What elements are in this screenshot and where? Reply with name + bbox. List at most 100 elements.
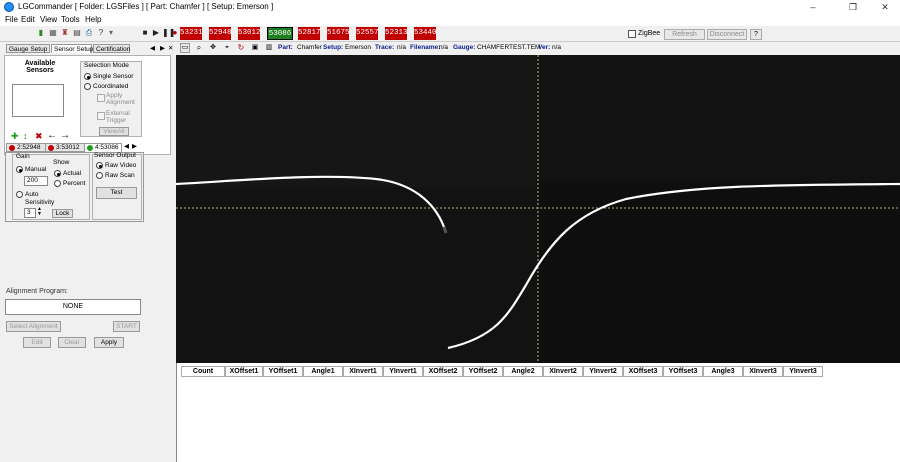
record-icon[interactable]: ●	[170, 28, 180, 38]
sensor-button-53440[interactable]: 53440	[414, 27, 437, 40]
sensor-tab-3[interactable]: 3:53012	[45, 143, 85, 152]
column-header-yinvert3[interactable]: YInvert3	[783, 366, 823, 377]
refresh-button[interactable]: Refresh	[664, 29, 705, 40]
stop-icon[interactable]: ■	[140, 28, 150, 38]
select-alignment-button[interactable]: Select Alignment	[6, 321, 61, 332]
menu-view[interactable]: View	[40, 15, 57, 24]
menu-tools[interactable]: Tools	[61, 15, 80, 24]
sensor-tab-prev-icon[interactable]: ◀	[124, 142, 129, 150]
percent-radio[interactable]	[54, 180, 61, 187]
help-icon[interactable]: ?	[96, 28, 106, 38]
sensor-setup-icon[interactable]: ♜	[60, 28, 70, 38]
column-header-xoffset2[interactable]: XOffset2	[423, 366, 463, 377]
save-view-icon[interactable]: ▣	[250, 43, 260, 53]
delete-icon[interactable]: ✖	[35, 131, 43, 142]
fit-tool-icon[interactable]: ⌖	[222, 43, 232, 53]
more-icon[interactable]: ▾	[106, 28, 116, 38]
sensor-button-51675[interactable]: 51675	[327, 27, 350, 40]
coordinated-label: Coordinated	[93, 83, 129, 90]
column-header-xoffset3[interactable]: XOffset3	[623, 366, 663, 377]
add-icon[interactable]: ✚	[11, 131, 19, 142]
column-header-yoffset3[interactable]: YOffset3	[663, 366, 703, 377]
gain-value-input[interactable]: 200	[24, 176, 48, 186]
minimize-button[interactable]: –	[798, 0, 828, 14]
close-button[interactable]: ✕	[870, 0, 900, 14]
auto-radio[interactable]	[16, 191, 23, 198]
settings-view-icon[interactable]: ▥	[264, 43, 274, 53]
actual-radio[interactable]	[54, 170, 61, 177]
column-header-xinvert3[interactable]: XInvert3	[743, 366, 783, 377]
menu-file[interactable]: File	[5, 15, 18, 24]
refresh-view-icon[interactable]: ↻	[236, 43, 246, 53]
sensor-button-53231[interactable]: 53231	[180, 27, 203, 40]
pointer-tool-icon[interactable]: ▭	[180, 43, 190, 53]
sensor-button-53012[interactable]: 53012	[238, 27, 261, 40]
column-header-angle2[interactable]: Angle2	[503, 366, 543, 377]
manual-radio[interactable]	[16, 166, 23, 173]
up-down-icon[interactable]: ↕	[23, 131, 28, 141]
sensor-button-52557[interactable]: 52557	[356, 27, 379, 40]
arrow-left-icon[interactable]: ←	[47, 130, 57, 141]
zoom-tool-icon[interactable]: ⌕	[194, 43, 204, 53]
sensor-button-52817[interactable]: 52817	[298, 27, 321, 40]
print-icon[interactable]: ⎙	[84, 28, 94, 38]
raw-scan-radio[interactable]	[96, 172, 103, 179]
single-sensor-radio[interactable]	[84, 73, 91, 80]
coordinated-radio[interactable]	[84, 83, 91, 90]
menu-edit[interactable]: Edit	[21, 15, 35, 24]
sensitivity-label: Sensitivity	[25, 199, 55, 206]
external-trigger-checkbox[interactable]	[97, 112, 105, 120]
sensor-video-viewer[interactable]	[175, 55, 900, 363]
sensor-trace-canvas	[175, 55, 900, 363]
edit-button[interactable]: Edit	[23, 337, 51, 348]
column-header-xinvert2[interactable]: XInvert2	[543, 366, 583, 377]
test-button[interactable]: Test	[96, 187, 137, 199]
column-header-xoffset1[interactable]: XOffset1	[225, 366, 263, 377]
sensitivity-input[interactable]: 3	[24, 208, 36, 218]
sensor-button-52313[interactable]: 52313	[385, 27, 408, 40]
column-header-yoffset1[interactable]: YOffset1	[263, 366, 303, 377]
sensor-tab-next-icon[interactable]: ▶	[132, 142, 137, 150]
maximize-button[interactable]: ❐	[838, 0, 868, 14]
tab-sensor-setup[interactable]: Sensor Setup	[51, 44, 93, 53]
connect-icon[interactable]: ▮	[36, 28, 46, 38]
device-icon[interactable]: ▤	[72, 28, 82, 38]
raw-video-radio[interactable]	[96, 162, 103, 169]
play-icon[interactable]: ▶	[151, 28, 161, 38]
arrow-right-icon[interactable]: →	[60, 130, 70, 141]
available-sensors-list[interactable]	[12, 84, 64, 117]
disconnect-icon[interactable]: ▦	[48, 28, 58, 38]
sensor-button-53086[interactable]: 53086	[267, 27, 293, 40]
tab-scroll-left-icon[interactable]: ◀	[150, 44, 155, 52]
apply-button[interactable]: Apply	[94, 337, 124, 348]
sensitivity-spinner-icon[interactable]: ▲ ▼	[37, 207, 42, 217]
filename-label: Filename:	[410, 44, 441, 51]
sensor-tab-2[interactable]: 2:52948	[6, 143, 50, 152]
tab-scroll-right-icon[interactable]: ▶	[160, 44, 165, 52]
column-header-xinvert1[interactable]: XInvert1	[343, 366, 383, 377]
start-button[interactable]: START	[113, 321, 140, 332]
menu-bar: File Edit View Tools Help	[0, 14, 900, 26]
zigbee-checkbox[interactable]	[628, 30, 636, 38]
column-header-angle3[interactable]: Angle3	[703, 366, 743, 377]
setup-label: Setup:	[323, 44, 344, 51]
column-header-yinvert2[interactable]: YInvert2	[583, 366, 623, 377]
tab-certification[interactable]: Certification	[93, 44, 130, 53]
close-panel-icon[interactable]: ✕	[168, 44, 173, 52]
disconnect-button[interactable]: Disconnect	[707, 29, 747, 40]
sensor-button-52948[interactable]: 52948	[209, 27, 232, 40]
pan-tool-icon[interactable]: ✥	[208, 43, 218, 53]
column-header-count[interactable]: Count	[181, 366, 225, 377]
column-header-yoffset2[interactable]: YOffset2	[463, 366, 503, 377]
view-all-button[interactable]: ViewAll	[99, 127, 129, 136]
menu-help[interactable]: Help	[85, 15, 101, 24]
column-header-angle1[interactable]: Angle1	[303, 366, 343, 377]
help-button[interactable]: ?	[750, 29, 762, 40]
left-panel: Gauge Setup Sensor Setup Certification ◀…	[0, 42, 175, 462]
lock-button[interactable]: Lock	[52, 209, 73, 218]
apply-alignment-checkbox[interactable]	[97, 94, 105, 102]
tab-gauge-setup[interactable]: Gauge Setup	[6, 44, 50, 53]
apply-alignment-label: Apply Alignment	[106, 92, 135, 106]
clear-button[interactable]: Clear	[58, 337, 86, 348]
column-header-yinvert1[interactable]: YInvert1	[383, 366, 423, 377]
